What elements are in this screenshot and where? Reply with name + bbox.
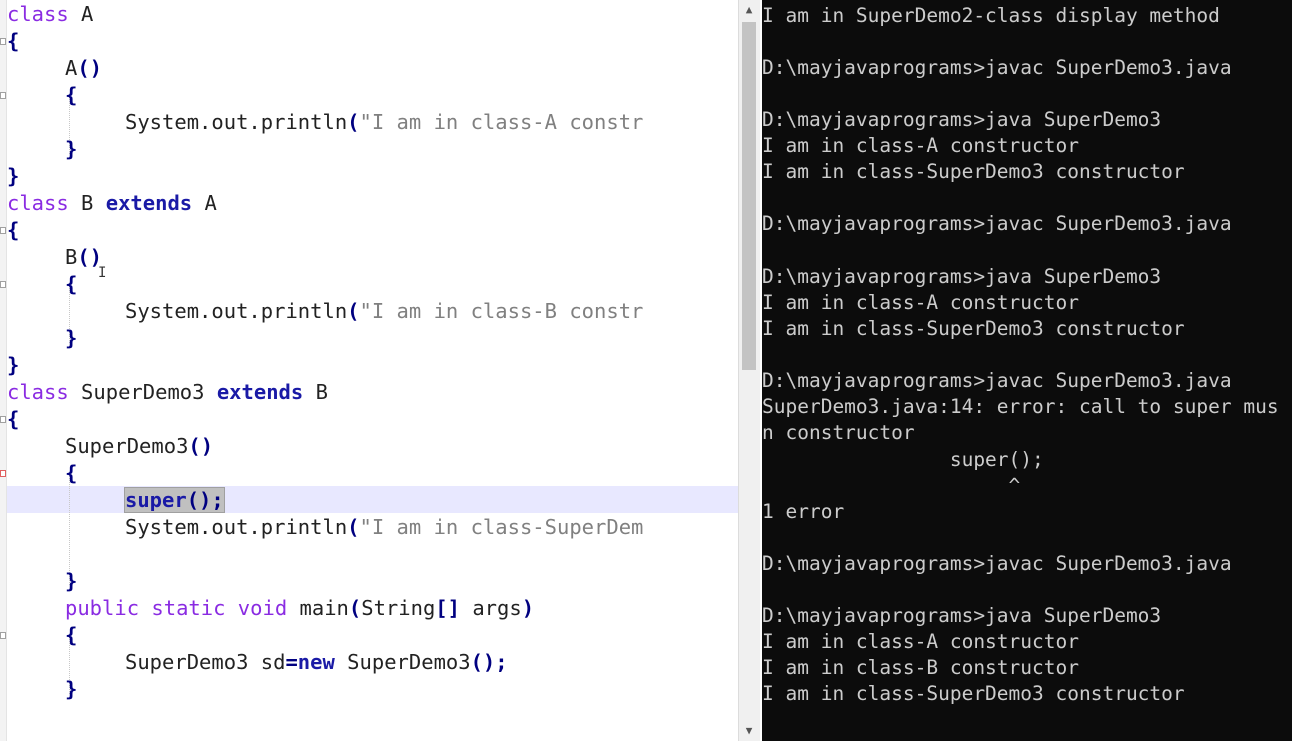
terminal-line: I am in class-SuperDemo3 constructor [762,160,1185,183]
terminal-error-caret: ^ [762,474,1021,497]
terminal-line: D:\mayjavaprograms>java SuperDemo3 [762,265,1162,288]
fold-marker[interactable] [0,92,6,99]
terminal-line: D:\mayjavaprograms>java SuperDemo3 [762,108,1162,131]
code-line: { [7,29,20,53]
code-line-selected: super(); [124,487,225,513]
scroll-down-arrow-icon[interactable]: ▼ [741,723,757,739]
code-line: { [65,461,78,485]
code-line: public static void main(String[] args) [65,596,535,620]
mouse-ibeam-icon: I [98,265,107,281]
terminal-error-line: n constructor [762,421,915,444]
fold-marker[interactable] [0,281,6,288]
code-line: class A [7,2,94,26]
code-area[interactable]: class A { A() { System.out.println("I am… [7,0,738,741]
code-line: { [65,272,78,296]
scrollbar-thumb[interactable] [742,22,756,370]
code-line: { [7,407,20,431]
terminal-line: D:\mayjavaprograms>javac SuperDemo3.java [762,369,1232,392]
code-line: } [7,164,20,188]
code-line: } [7,353,20,377]
scroll-up-arrow-icon[interactable]: ▲ [741,2,757,18]
code-line: SuperDemo3 sd=new SuperDemo3(); [125,650,508,674]
code-line: B() [65,245,103,269]
terminal-line: I am in class-A constructor [762,134,1079,157]
terminal-line: I am in class-A constructor [762,630,1079,653]
code-line: SuperDemo3() [65,434,214,458]
fold-marker[interactable] [0,38,6,45]
code-line: class SuperDemo3 extends B [7,380,328,404]
terminal-window[interactable]: I am in SuperDemo2-class display method … [760,0,1292,741]
current-line-highlight [7,486,738,513]
code-line: System.out.println("I am in class-B cons… [125,299,644,323]
terminal-line: I am in SuperDemo2-class display method [762,4,1220,27]
terminal-error-line: SuperDemo3.java:14: error: call to super… [762,395,1279,418]
code-line: System.out.println("I am in class-A cons… [125,110,644,134]
code-line: { [65,623,78,647]
terminal-line: D:\mayjavaprograms>java SuperDemo3 [762,604,1162,627]
fold-marker[interactable] [0,227,6,234]
code-line: } [65,569,78,593]
terminal-line: 1 error [762,500,845,523]
code-line: System.out.println("I am in class-SuperD… [125,515,644,539]
fold-gutter [0,0,7,741]
terminal-line: I am in class-SuperDemo3 constructor [762,682,1185,705]
code-line: } [65,326,78,350]
editor-scrollbar[interactable]: ▲ ▼ [738,0,760,741]
terminal-line: D:\mayjavaprograms>javac SuperDemo3.java [762,56,1232,79]
code-line: A() [65,56,103,80]
fold-marker[interactable] [0,470,6,477]
terminal-error-line: super(); [762,448,1044,471]
fold-marker[interactable] [0,632,6,639]
terminal-line: D:\mayjavaprograms>javac SuperDemo3.java [762,552,1232,575]
code-line: } [65,677,78,701]
code-line: } [65,137,78,161]
fold-marker[interactable] [0,416,6,423]
code-line: { [7,218,20,242]
code-line: class B extends A [7,191,217,215]
terminal-line: I am in class-SuperDemo3 constructor [762,317,1185,340]
terminal-line: I am in class-B constructor [762,656,1079,679]
terminal-line: D:\mayjavaprograms>javac SuperDemo3.java [762,212,1232,235]
code-editor[interactable]: class A { A() { System.out.println("I am… [0,0,738,741]
terminal-line: I am in class-A constructor [762,291,1079,314]
code-line: { [65,83,78,107]
